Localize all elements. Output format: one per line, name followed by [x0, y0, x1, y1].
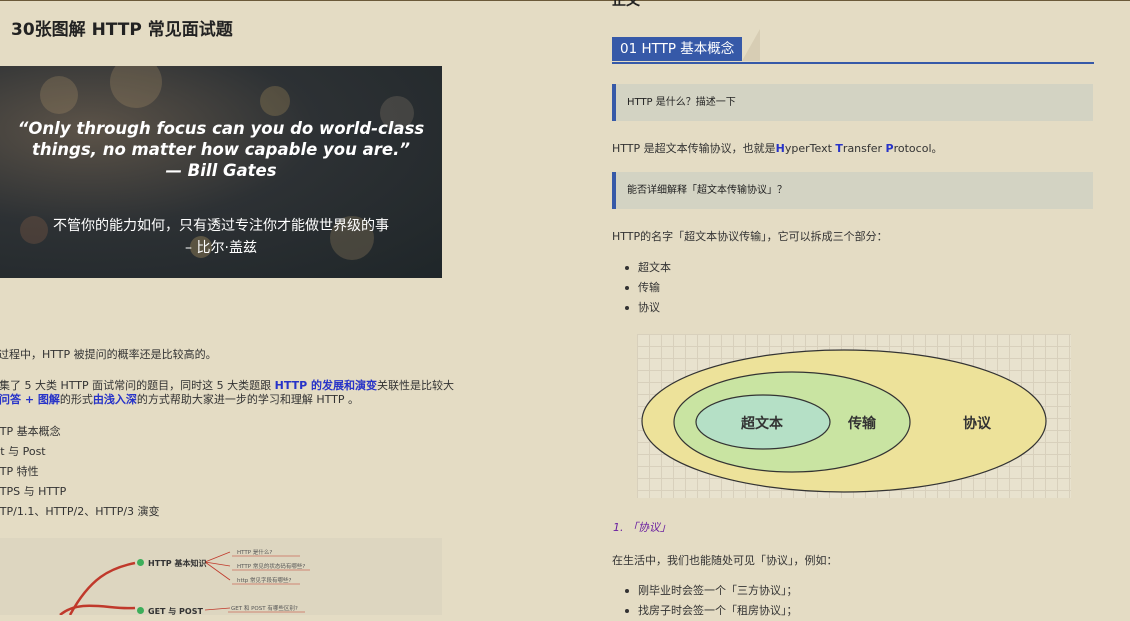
top-border — [0, 0, 1130, 1]
toc-item[interactable]: HTTP 特性 — [0, 464, 160, 484]
question-callout-1: HTTP 是什么？描述一下 — [612, 84, 1093, 121]
toc-item[interactable]: HTTP 基本概念 — [0, 424, 160, 444]
life-paragraph: 在生活中，我们也能随处可见「协议」，例如： — [612, 554, 838, 567]
quote-cn-line-1: 不管你的能力如何，只有透过专注你才能做世界级的事 — [53, 218, 389, 234]
mindmap-leaf: http 常见字段有哪些? — [237, 578, 292, 584]
mindmap-node-basics: HTTP 基本知识 — [148, 559, 207, 568]
quote-cn-line-2: – 比尔·盖兹 — [185, 240, 257, 256]
check-icon — [137, 607, 144, 614]
label-hypertext: 超文本 — [741, 416, 783, 432]
question-callout-2: 能否详细解释「超文本传输协议」？ — [612, 172, 1093, 209]
mindmap-leaf: GET 和 POST 有哪些区别? — [231, 606, 298, 612]
toc-item[interactable]: HTTP/1.1、HTTP/2、HTTP/3 演变 — [0, 504, 160, 524]
toc-item[interactable]: Get 与 Post — [0, 444, 160, 464]
parts-list: 超文本 传输 协议 — [624, 258, 671, 318]
link-http-evolution[interactable]: HTTP 的发展和演变 — [275, 379, 377, 392]
toc-item[interactable]: HTTPS 与 HTTP — [0, 484, 160, 504]
http-parts-diagram: 超文本 传输 协议 — [637, 334, 1071, 498]
mindmap-leaf: HTTP 是什么? — [237, 550, 273, 556]
label-transfer: 传输 — [848, 416, 876, 432]
label-protocol: 协议 — [963, 416, 991, 432]
quote-line-2: things, no matter how capable you are.” — [32, 140, 410, 159]
list-item: 超文本 — [624, 258, 671, 278]
subheading-protocol: 1. 「协议」 — [613, 521, 671, 534]
answer-name-parts: HTTP的名字「超文本协议传输」，它可以拆成三个部分： — [612, 230, 888, 243]
mindmap-image: HTTP 基本知识 HTTP 是什么? HTTP 常见的状态码有哪些? http… — [0, 538, 442, 615]
quote-author: — Bill Gates — [165, 161, 277, 180]
intro-paragraph: 试过程中，HTTP 被提问的概率还是比较高的。 — [0, 348, 217, 361]
mindmap-branches — [59, 551, 310, 615]
list-item: 协议 — [624, 298, 671, 318]
mindmap-node-get-post: GET 与 POST — [148, 607, 203, 615]
article-title: 30张图解 HTTP 常见面试题 — [11, 20, 233, 40]
list-item: 传输 — [624, 278, 671, 298]
heading-decoration — [742, 29, 760, 61]
hero-quote-chinese: 不管你的能力如何，只有透过专注你才能做世界级的事 – 比尔·盖兹 — [0, 215, 442, 259]
hero-quote-english: “Only through focus can you do world-cla… — [0, 118, 442, 181]
link-qa-diagram[interactable]: 以问答 + 图解 — [0, 393, 60, 406]
examples-list: 刚毕业时会签一个「三方协议」； 找房子时会签一个「租房协议」； — [624, 581, 798, 621]
summary-paragraph: 搜集了 5 大类 HTTP 面试常问的题目，同时这 5 大类题跟 HTTP 的发… — [0, 379, 454, 407]
hero-quote-image: “Only through focus can you do world-cla… — [0, 66, 442, 278]
toc-list: HTTP 基本概念 Get 与 Post HTTP 特性 HTTPS 与 HTT… — [0, 424, 160, 524]
clipped-heading: 正文 — [612, 0, 640, 9]
list-item: 找房子时会签一个「租房协议」； — [624, 601, 798, 621]
section-heading: 01 HTTP 基本概念 — [612, 29, 1094, 64]
link-step-by-step[interactable]: 由浅入深 — [93, 393, 137, 406]
section-title: 01 HTTP 基本概念 — [612, 37, 743, 61]
quote-line-1: “Only through focus can you do world-cla… — [17, 119, 425, 138]
list-item: 刚毕业时会签一个「三方协议」； — [624, 581, 798, 601]
mindmap-leaf: HTTP 常见的状态码有哪些? — [237, 564, 306, 570]
check-icon — [137, 559, 144, 566]
answer-http-definition: HTTP 是超文本传输协议，也就是HyperText Transfer Prot… — [612, 142, 943, 155]
